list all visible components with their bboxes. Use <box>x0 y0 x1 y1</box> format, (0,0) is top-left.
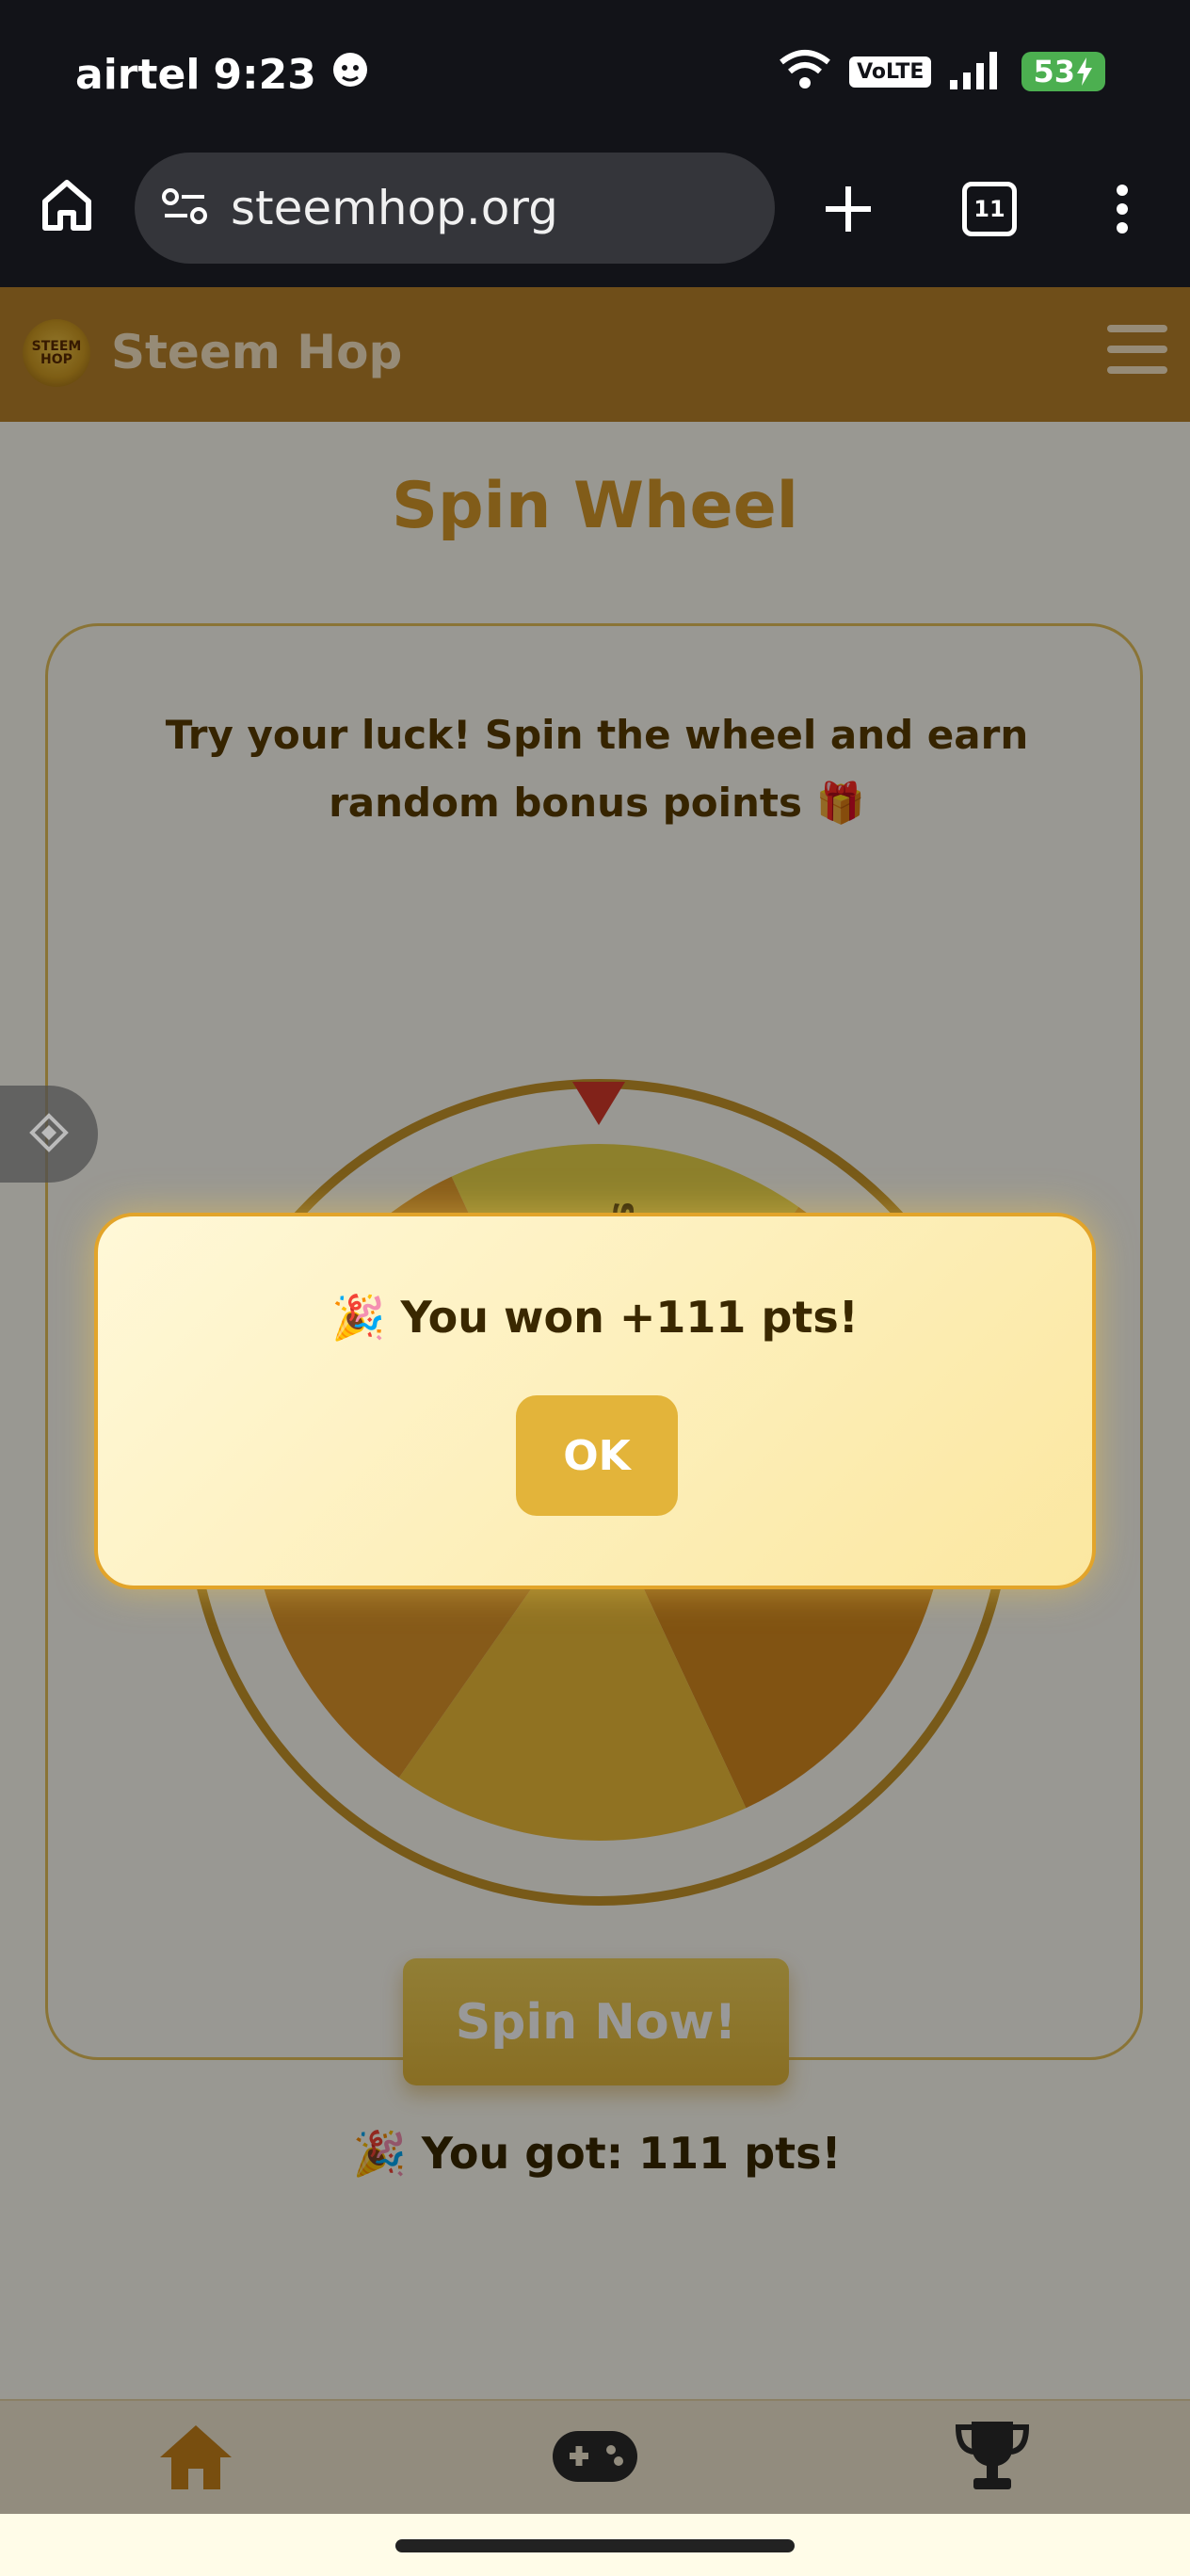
floating-side-tab[interactable] <box>0 1086 98 1183</box>
site-settings-icon[interactable] <box>161 185 208 231</box>
carrier-label: airtel <box>75 51 201 99</box>
home-button[interactable] <box>40 177 94 237</box>
battery-level: 53 <box>1033 54 1075 89</box>
browser-toolbar: steemhop.org 11 <box>0 151 1190 287</box>
more-menu-icon[interactable] <box>1113 183 1132 239</box>
diamond-icon <box>28 1112 70 1157</box>
notification-icon <box>330 49 371 101</box>
signal-icon <box>948 50 1005 93</box>
home-indicator[interactable] <box>395 2539 795 2552</box>
win-modal: 🎉 You won +111 pts! OK <box>94 1213 1096 1589</box>
address-bar[interactable]: steemhop.org <box>135 153 775 264</box>
status-bar: airtel 9:23 VoLTE 53 <box>0 0 1190 151</box>
status-right: VoLTE 53 <box>778 49 1105 94</box>
charging-icon <box>1077 57 1092 86</box>
clock: 9:23 <box>213 51 316 99</box>
ok-button[interactable]: OK <box>516 1395 678 1516</box>
new-tab-button[interactable] <box>824 185 873 237</box>
wifi-icon <box>778 49 832 94</box>
status-left: airtel 9:23 <box>75 49 371 101</box>
battery-indicator: 53 <box>1021 52 1105 91</box>
url-text: steemhop.org <box>231 181 558 235</box>
modal-message: 🎉 You won +111 pts! <box>331 1292 859 1343</box>
tab-switcher-button[interactable]: 11 <box>962 182 1017 236</box>
volte-badge: VoLTE <box>849 56 932 88</box>
